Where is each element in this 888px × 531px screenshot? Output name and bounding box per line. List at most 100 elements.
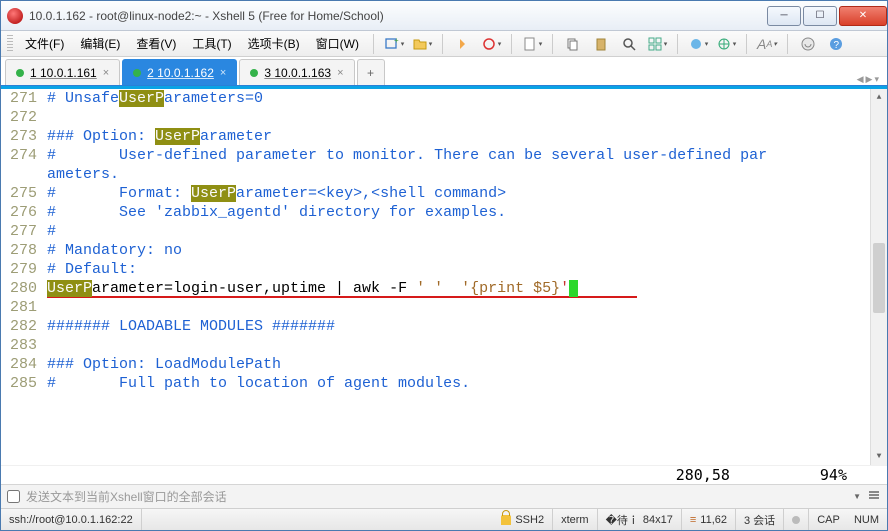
vertical-scrollbar[interactable]: ▲ ▼ (870, 89, 887, 465)
line-code[interactable]: ### Option: UserParameter (43, 127, 887, 146)
color-scheme-icon[interactable]: ▾ (686, 33, 710, 55)
editor-line[interactable]: 281 (1, 298, 887, 317)
status-caps: CAP NUM (809, 509, 887, 530)
editor-line[interactable]: 276# See 'zabbix_agentd' directory for e… (1, 203, 887, 222)
line-number (1, 165, 43, 184)
tab-scroll-left-icon[interactable]: ◀ (857, 74, 864, 85)
svg-text:?: ? (833, 40, 839, 51)
status-dot-icon (16, 69, 24, 77)
line-number: 274 (1, 146, 43, 165)
svg-text:+: + (394, 36, 399, 45)
line-code[interactable]: ameters. (43, 165, 887, 184)
open-session-icon[interactable]: ▾ (410, 33, 434, 55)
editor-line[interactable]: 271# UnsafeUserParameters=0 (1, 89, 887, 108)
menu-tools[interactable]: 工具(T) (186, 32, 237, 55)
position-bar: 280,58 94% (1, 465, 887, 484)
menu-bar: 文件(F) 编辑(E) 查看(V) 工具(T) 选项卡(B) 窗口(W) +▾ … (1, 31, 887, 57)
editor-line[interactable]: 280UserParameter=login-user,uptime | awk… (1, 279, 887, 298)
editor-line[interactable]: 278# Mandatory: no (1, 241, 887, 260)
session-tab-1[interactable]: 1 10.0.1.161 × (5, 59, 120, 85)
copy-icon[interactable] (561, 33, 585, 55)
line-number: 276 (1, 203, 43, 222)
find-icon[interactable] (617, 33, 641, 55)
tab-close-icon[interactable]: × (337, 67, 343, 79)
editor-line[interactable]: 272 (1, 108, 887, 127)
maximize-button[interactable]: ☐ (803, 6, 837, 26)
script-icon[interactable] (796, 33, 820, 55)
tab-list-icon[interactable]: ▾ (874, 74, 879, 85)
line-number: 271 (1, 89, 43, 108)
line-code[interactable]: UserParameter=login-user,uptime | awk -F… (43, 279, 887, 298)
properties-icon[interactable]: ▾ (520, 33, 544, 55)
line-code[interactable] (43, 108, 887, 127)
app-icon (7, 8, 23, 24)
broadcast-checkbox[interactable] (7, 490, 20, 503)
app-window: 10.0.1.162 - root@linux-node2:~ - Xshell… (0, 0, 888, 531)
menu-file[interactable]: 文件(F) (19, 32, 70, 55)
scroll-up-icon[interactable]: ▲ (871, 89, 887, 106)
line-number: 283 (1, 336, 43, 355)
menu-window[interactable]: 窗口(W) (310, 32, 365, 55)
editor-line[interactable]: 274# User-defined parameter to monitor. … (1, 146, 887, 165)
editor-line[interactable]: 284### Option: LoadModulePath (1, 355, 887, 374)
status-size: �待ｉ 84x17 (598, 509, 682, 530)
editor-line[interactable]: ameters. (1, 165, 887, 184)
status-connection: ssh://root@10.0.1.162:22 (1, 509, 142, 530)
tab-scroll-right-icon[interactable]: ▶ (866, 74, 873, 85)
tab-close-icon[interactable]: × (103, 67, 109, 79)
line-code[interactable] (43, 336, 887, 355)
status-term: xterm (553, 509, 598, 530)
minimize-button[interactable]: ─ (767, 6, 801, 26)
line-code[interactable]: ### Option: LoadModulePath (43, 355, 887, 374)
disconnect-icon[interactable]: ▾ (479, 33, 503, 55)
paste-icon[interactable] (589, 33, 613, 55)
session-tab-strip: 1 10.0.1.161 × 2 10.0.1.162 × 3 10.0.1.1… (1, 57, 887, 86)
status-dot-icon (133, 69, 141, 77)
tile-icon[interactable]: ▾ (645, 33, 669, 55)
line-code[interactable]: # UnsafeUserParameters=0 (43, 89, 887, 108)
status-rec (784, 509, 809, 530)
lock-icon (501, 515, 511, 525)
reconnect-icon[interactable] (451, 33, 475, 55)
line-code[interactable]: # Full path to location of agent modules… (43, 374, 887, 393)
scroll-thumb[interactable] (873, 243, 885, 313)
line-code[interactable]: # (43, 222, 887, 241)
editor-line[interactable]: 279# Default: (1, 260, 887, 279)
menu-edit[interactable]: 编辑(E) (74, 32, 126, 55)
editor-line[interactable]: 282####### LOADABLE MODULES ####### (1, 317, 887, 336)
editor-line[interactable]: 277# (1, 222, 887, 241)
editor-line[interactable]: 275# Format: UserParameter=<key>,<shell … (1, 184, 887, 203)
menu-tab[interactable]: 选项卡(B) (242, 32, 306, 55)
line-number: 281 (1, 298, 43, 317)
help-icon[interactable]: ? (824, 33, 848, 55)
line-code[interactable]: # Format: UserParameter=<key>,<shell com… (43, 184, 887, 203)
line-code[interactable]: # Mandatory: no (43, 241, 887, 260)
terminal-editor[interactable]: ▲ ▼ 271# UnsafeUserParameters=0272273###… (1, 89, 887, 465)
editor-line[interactable]: 285# Full path to location of agent modu… (1, 374, 887, 393)
status-dot-icon (250, 69, 258, 77)
new-tab-button[interactable]: + (357, 59, 385, 85)
toolbar-grip-icon[interactable] (7, 35, 13, 53)
broadcast-dropdown-icon[interactable]: ▼ (853, 492, 861, 501)
globe-icon[interactable]: ▾ (714, 33, 738, 55)
title-bar[interactable]: 10.0.1.162 - root@linux-node2:~ - Xshell… (1, 1, 887, 31)
close-button[interactable]: ✕ (839, 6, 887, 26)
editor-line[interactable]: 273### Option: UserParameter (1, 127, 887, 146)
line-code[interactable]: # User-defined parameter to monitor. The… (43, 146, 887, 165)
new-session-icon[interactable]: +▾ (382, 33, 406, 55)
line-code[interactable]: ####### LOADABLE MODULES ####### (43, 317, 887, 336)
window-title: 10.0.1.162 - root@linux-node2:~ - Xshell… (29, 9, 765, 23)
session-tab-3[interactable]: 3 10.0.1.163 × (239, 59, 354, 85)
session-tab-2[interactable]: 2 10.0.1.162 × (122, 59, 237, 85)
editor-line[interactable]: 283 (1, 336, 887, 355)
broadcast-placeholder[interactable]: 发送文本到当前Xshell窗口的全部会话 (26, 488, 227, 505)
tab-close-icon[interactable]: × (220, 67, 226, 79)
status-bar: ssh://root@10.0.1.162:22 SSH2 xterm �待ｉ … (1, 508, 887, 530)
line-code[interactable] (43, 298, 887, 317)
broadcast-menu-icon[interactable] (867, 488, 881, 505)
menu-view[interactable]: 查看(V) (130, 32, 182, 55)
line-code[interactable]: # Default: (43, 260, 887, 279)
line-code[interactable]: # See 'zabbix_agentd' directory for exam… (43, 203, 887, 222)
font-icon[interactable]: AA▾ (755, 33, 779, 55)
scroll-down-icon[interactable]: ▼ (871, 448, 887, 465)
